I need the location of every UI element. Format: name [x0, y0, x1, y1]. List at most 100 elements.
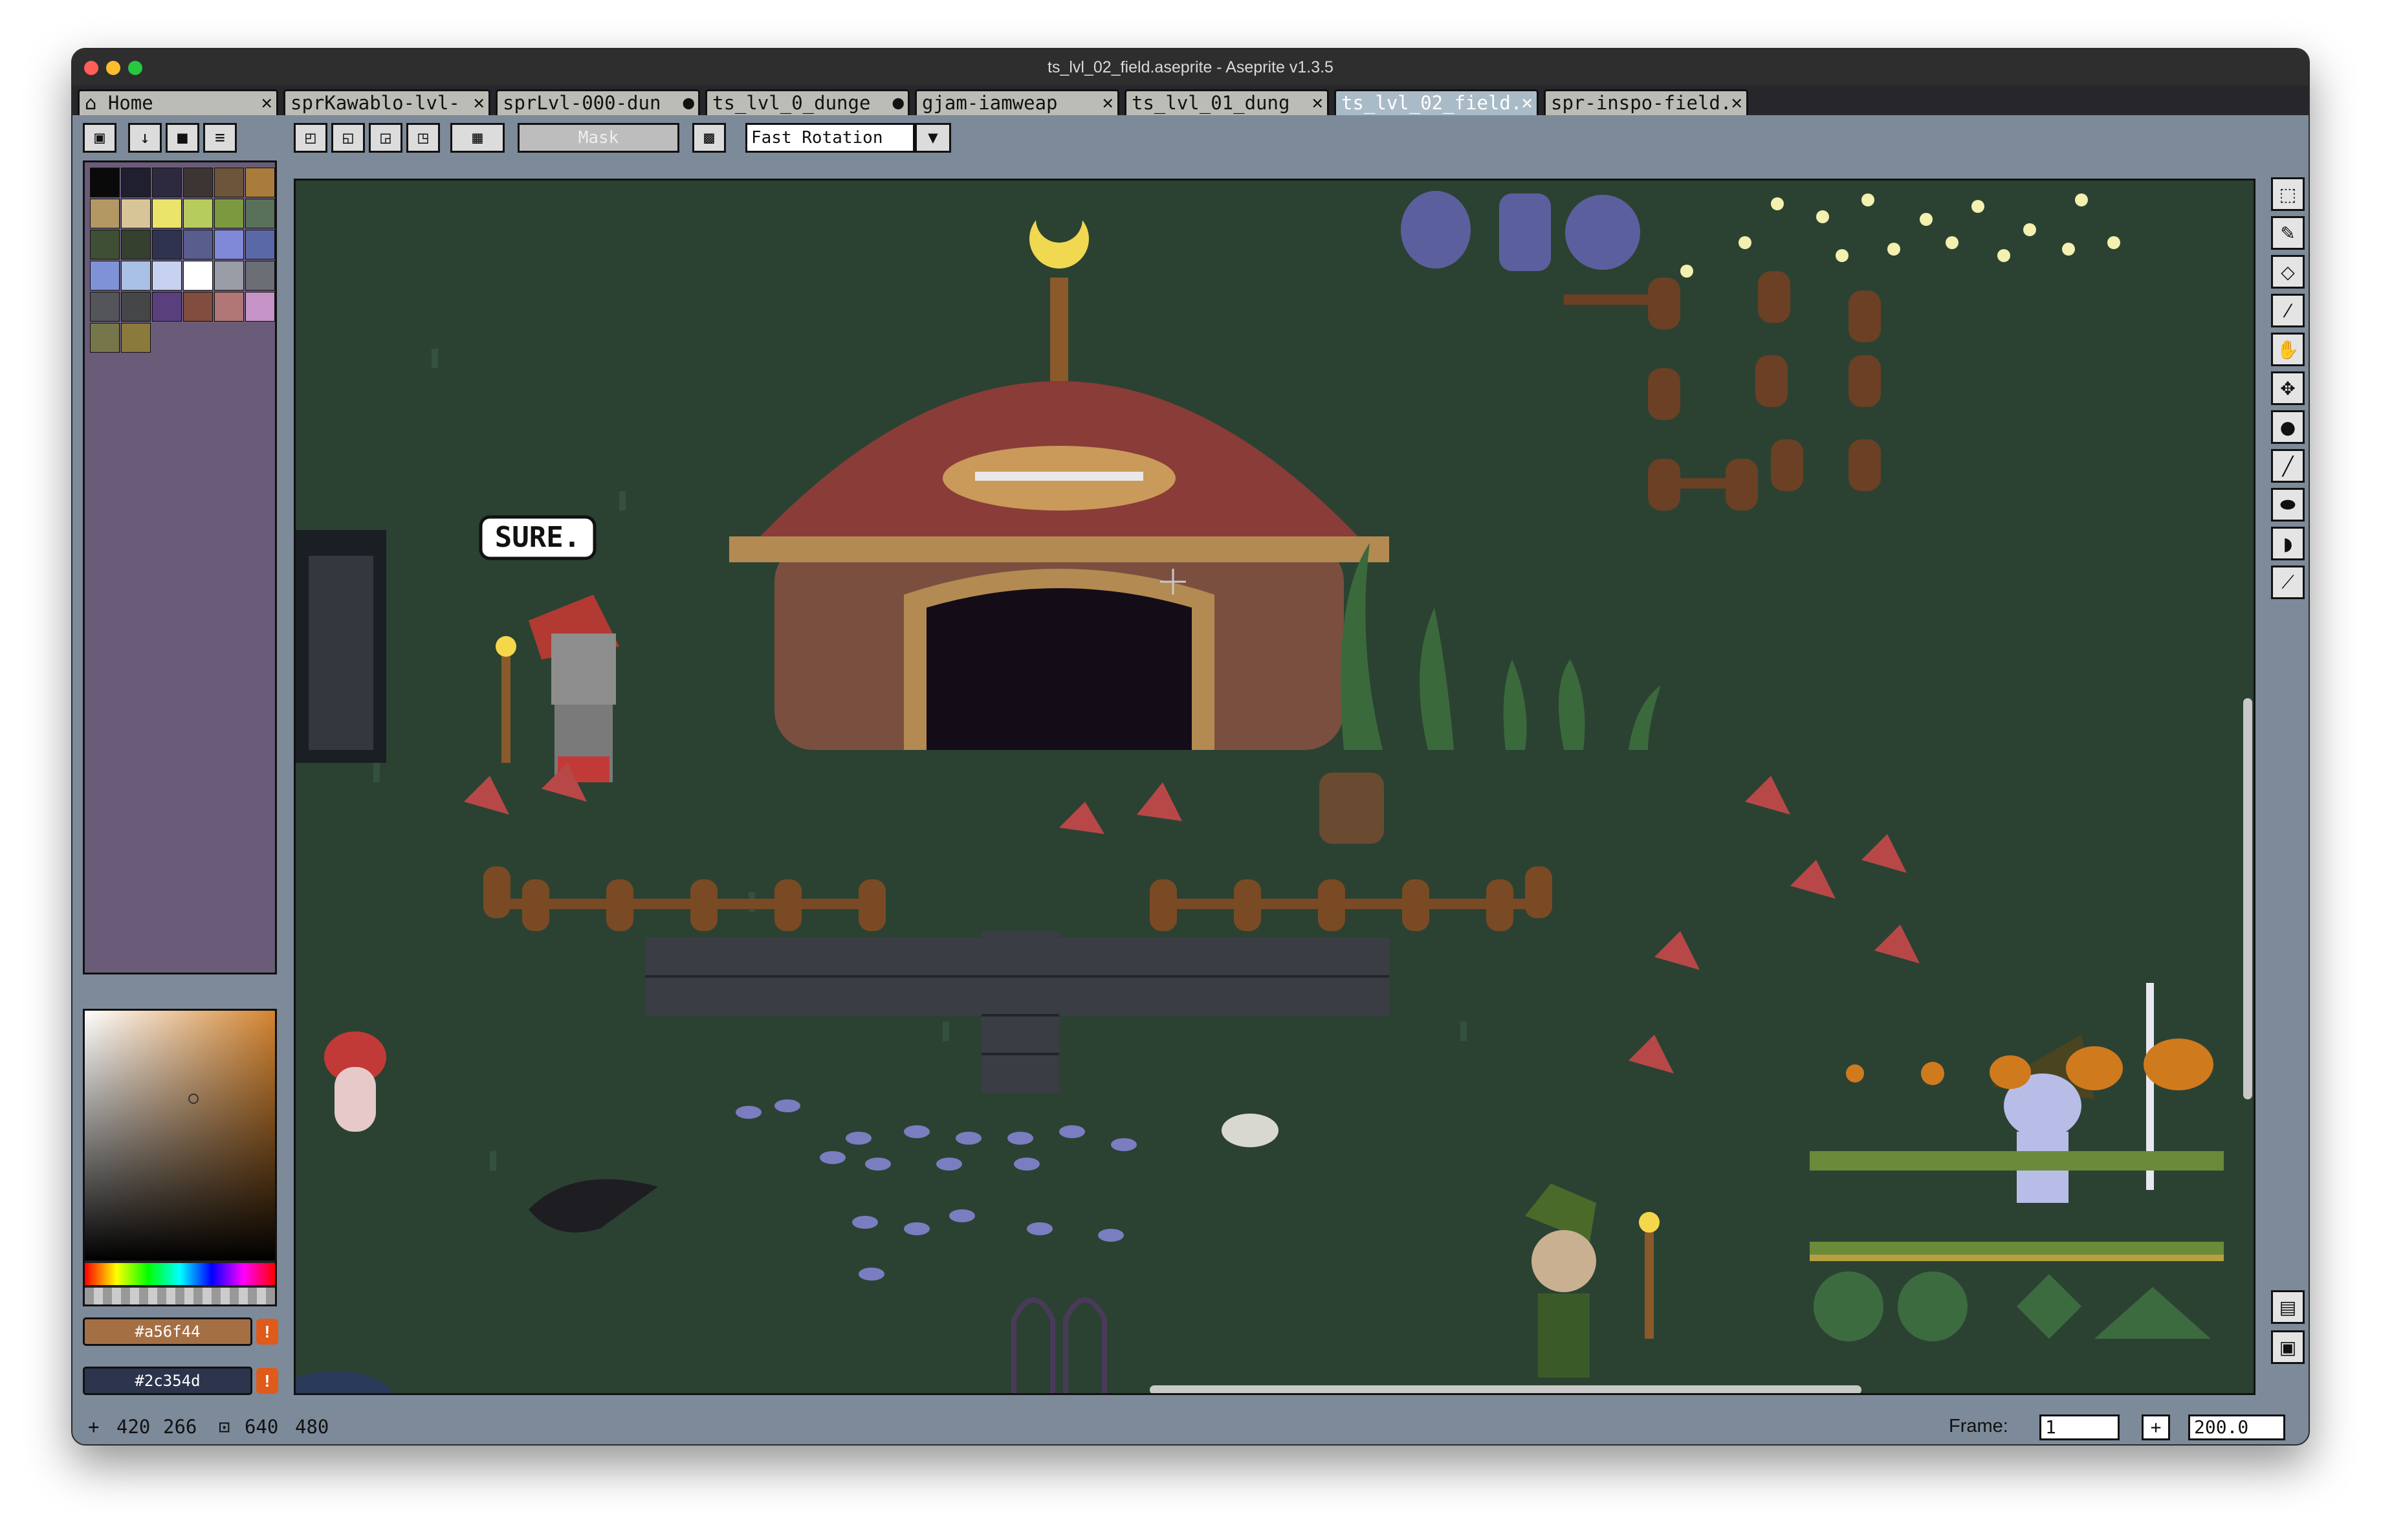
hue-slider[interactable] — [85, 1263, 275, 1285]
sprite-canvas[interactable]: SURE. — [294, 179, 2255, 1395]
add-frame-button[interactable]: + — [2142, 1414, 2170, 1440]
palette-swatch[interactable] — [183, 230, 213, 259]
transparent-color-icon[interactable]: ▦ — [450, 123, 505, 153]
drop-pixels-icon[interactable]: ↓ — [128, 123, 162, 153]
rotation-algorithm-select[interactable]: Fast Rotation — [745, 123, 915, 153]
blur-icon[interactable]: ⟋ — [2271, 566, 2305, 599]
chevron-down-icon[interactable]: ▼ — [915, 123, 951, 153]
picker-cursor[interactable] — [188, 1094, 199, 1104]
close-icon[interactable]: ✕ — [258, 91, 272, 113]
tab-sprkawablo[interactable]: sprKawablo-lvl- ✕ — [283, 89, 490, 115]
hand-icon[interactable]: ✋ — [2271, 333, 2305, 366]
palette-swatch[interactable] — [121, 199, 151, 228]
eyedropper-icon[interactable]: ⁄ — [2271, 294, 2305, 327]
zoom-input[interactable]: 200.0 — [2188, 1414, 2285, 1440]
menu-icon[interactable]: ≡ — [203, 123, 237, 153]
selection-replace-icon[interactable]: ◰ — [294, 123, 327, 153]
app-window: ts_lvl_02_field.aseprite - Aseprite v1.3… — [71, 48, 2310, 1446]
tab-home[interactable]: ⌂ Home ✕ — [78, 89, 278, 115]
preview-icon[interactable]: ▣ — [2271, 1330, 2305, 1364]
paint-bucket-icon[interactable]: ● — [2271, 410, 2305, 444]
palette-swatch[interactable] — [90, 261, 120, 291]
tab-label: ts_lvl_01_dung — [1132, 92, 1290, 114]
close-icon[interactable]: ✕ — [1728, 91, 1742, 113]
palette-swatch[interactable] — [183, 292, 213, 322]
palette-swatch[interactable] — [183, 168, 213, 197]
palette-swatch[interactable] — [245, 230, 275, 259]
tab-spr-inspo[interactable]: spr-inspo-field. ✕ — [1544, 89, 1748, 115]
warning-icon[interactable]: ! — [256, 1368, 278, 1394]
palette-swatch[interactable] — [183, 199, 213, 228]
line-icon[interactable]: ╱ — [2271, 449, 2305, 483]
pencil-icon[interactable]: ✎ — [2271, 216, 2305, 250]
close-icon[interactable]: ✕ — [470, 91, 485, 113]
palette-swatch[interactable] — [90, 168, 120, 197]
palette-swatch[interactable] — [90, 323, 120, 353]
background-color-button[interactable]: #2c354d — [83, 1367, 252, 1395]
mask-button[interactable]: Mask — [518, 123, 679, 153]
palette-swatch[interactable] — [152, 199, 182, 228]
palette-swatch[interactable] — [121, 261, 151, 291]
vertical-scrollbar[interactable] — [2243, 698, 2252, 1099]
tab-ts-lvl-02[interactable]: ts_lvl_02_field. ✕ — [1334, 89, 1539, 115]
saturation-value-area[interactable] — [85, 1011, 275, 1260]
background-color-value: #2c354d — [135, 1372, 201, 1390]
cursor-x: 420 — [116, 1416, 151, 1438]
palette-swatch[interactable] — [152, 261, 182, 291]
frame-input[interactable]: 1 — [2039, 1414, 2120, 1440]
status-bar: + 420 266 ⊡ 640 480 Frame: 1 + 200.0 — [72, 1408, 2309, 1444]
palette-swatch[interactable] — [90, 230, 120, 259]
palette-swatch[interactable] — [214, 292, 244, 322]
move-icon[interactable]: ✥ — [2271, 371, 2305, 405]
lock-icon[interactable]: ▣ — [83, 123, 116, 153]
palette-swatch[interactable] — [214, 168, 244, 197]
close-icon[interactable]: ✕ — [1309, 91, 1323, 113]
ellipse-icon[interactable]: ⬬ — [2271, 488, 2305, 522]
palette-swatch[interactable] — [121, 323, 151, 353]
foreground-color-button[interactable]: #a56f44 — [83, 1317, 252, 1346]
tab-gjam[interactable]: gjam-iamweap ✕ — [915, 89, 1119, 115]
palette-swatch[interactable] — [121, 230, 151, 259]
marquee-select-icon[interactable]: ⬚ — [2271, 177, 2305, 211]
mask-label: Mask — [578, 128, 619, 148]
palette-swatch[interactable] — [152, 168, 182, 197]
palette-swatch[interactable] — [121, 292, 151, 322]
selection-intersect-icon[interactable]: ◳ — [406, 123, 440, 153]
modified-dot-icon[interactable]: ● — [890, 91, 904, 113]
palette-swatch[interactable] — [90, 199, 120, 228]
palette-swatch[interactable] — [183, 261, 213, 291]
palette-swatch[interactable] — [214, 261, 244, 291]
contour-icon[interactable]: ◗ — [2271, 527, 2305, 560]
timeline-icon[interactable]: ▤ — [2271, 1290, 2305, 1324]
maximize-window-button[interactable] — [128, 61, 142, 75]
palette-swatch[interactable] — [152, 292, 182, 322]
palette-swatch[interactable] — [245, 261, 275, 291]
palette-swatch[interactable] — [245, 168, 275, 197]
eraser-icon[interactable]: ◇ — [2271, 255, 2305, 289]
horizontal-scrollbar[interactable] — [1150, 1385, 1861, 1393]
tab-label: ts_lvl_02_field. — [1341, 92, 1522, 114]
close-window-button[interactable] — [84, 61, 98, 75]
warning-icon[interactable]: ! — [256, 1319, 278, 1345]
palette-swatch[interactable] — [245, 292, 275, 322]
stop-icon[interactable]: ■ — [166, 123, 199, 153]
palette-swatch[interactable] — [214, 199, 244, 228]
tab-ts-lvl-01[interactable]: ts_lvl_01_dung ✕ — [1125, 89, 1329, 115]
tab-sprlvl-000[interactable]: sprLvl-000-dun ● — [496, 89, 700, 115]
selection-add-icon[interactable]: ◱ — [331, 123, 365, 153]
color-spectrum-picker[interactable] — [83, 1009, 277, 1306]
modified-dot-icon[interactable]: ● — [680, 91, 694, 113]
close-icon[interactable]: ✕ — [1519, 91, 1533, 113]
palette-swatch[interactable] — [152, 230, 182, 259]
alpha-slider[interactable] — [85, 1288, 275, 1304]
close-icon[interactable]: ✕ — [1099, 91, 1114, 113]
selection-subtract-icon[interactable]: ◲ — [369, 123, 402, 153]
minimize-window-button[interactable] — [106, 61, 120, 75]
tab-ts-lvl-0[interactable]: ts_lvl_0_dunge ● — [705, 89, 910, 115]
palette-swatch[interactable] — [245, 199, 275, 228]
palette-swatch[interactable] — [121, 168, 151, 197]
wheat-tips — [1810, 1255, 2224, 1261]
palette-swatch[interactable] — [90, 292, 120, 322]
palette-swatch[interactable] — [214, 230, 244, 259]
pivot-icon[interactable]: ▩ — [692, 123, 726, 153]
